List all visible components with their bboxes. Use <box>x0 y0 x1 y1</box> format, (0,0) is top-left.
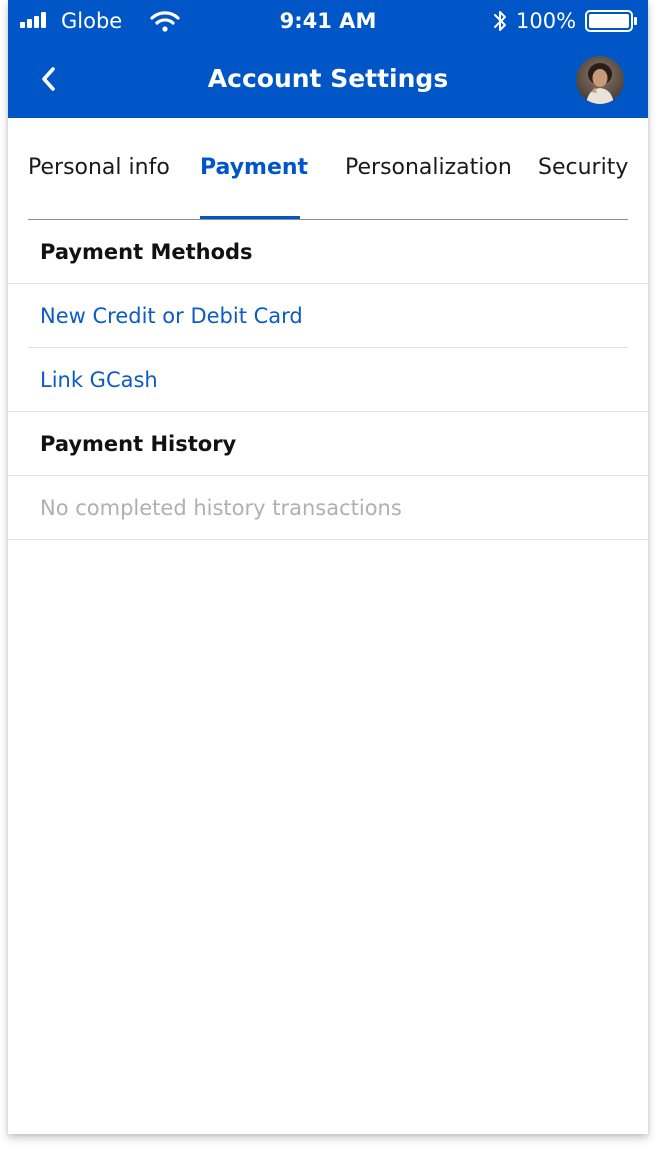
app-screen: Globe 9:41 AM 100% Account Settings Pers… <box>8 0 648 1134</box>
payment-history-empty: No completed history transactions <box>8 476 648 540</box>
tab-payment[interactable]: Payment <box>200 153 308 183</box>
new-credit-card-link[interactable]: New Credit or Debit Card <box>40 301 303 331</box>
empty-state-text: No completed history transactions <box>40 496 402 520</box>
tab-security[interactable]: Security <box>538 153 628 183</box>
bluetooth-icon <box>494 11 506 31</box>
link-gcash-row[interactable]: Link GCash <box>8 348 648 412</box>
link-gcash-link[interactable]: Link GCash <box>40 365 158 395</box>
tab-bar: Personal info Payment Personalization Se… <box>28 118 628 220</box>
active-tab-indicator <box>200 216 300 219</box>
status-bar: Globe 9:41 AM 100% <box>8 0 648 42</box>
app-header: Globe 9:41 AM 100% Account Settings <box>8 0 648 118</box>
battery-percent: 100% <box>516 9 577 33</box>
payment-history-header: Payment History <box>8 412 648 476</box>
payment-methods-title: Payment Methods <box>40 240 253 264</box>
tab-personal-info[interactable]: Personal info <box>28 153 170 183</box>
avatar[interactable] <box>576 56 624 104</box>
payment-history-title: Payment History <box>40 432 237 456</box>
battery-icon <box>585 10 637 32</box>
nav-bar: Account Settings <box>8 42 648 118</box>
new-credit-card-row[interactable]: New Credit or Debit Card <box>8 284 648 348</box>
page-title: Account Settings <box>207 64 449 93</box>
tab-personalization[interactable]: Personalization <box>345 153 512 183</box>
payment-methods-header: Payment Methods <box>8 220 648 284</box>
divider <box>8 539 648 540</box>
